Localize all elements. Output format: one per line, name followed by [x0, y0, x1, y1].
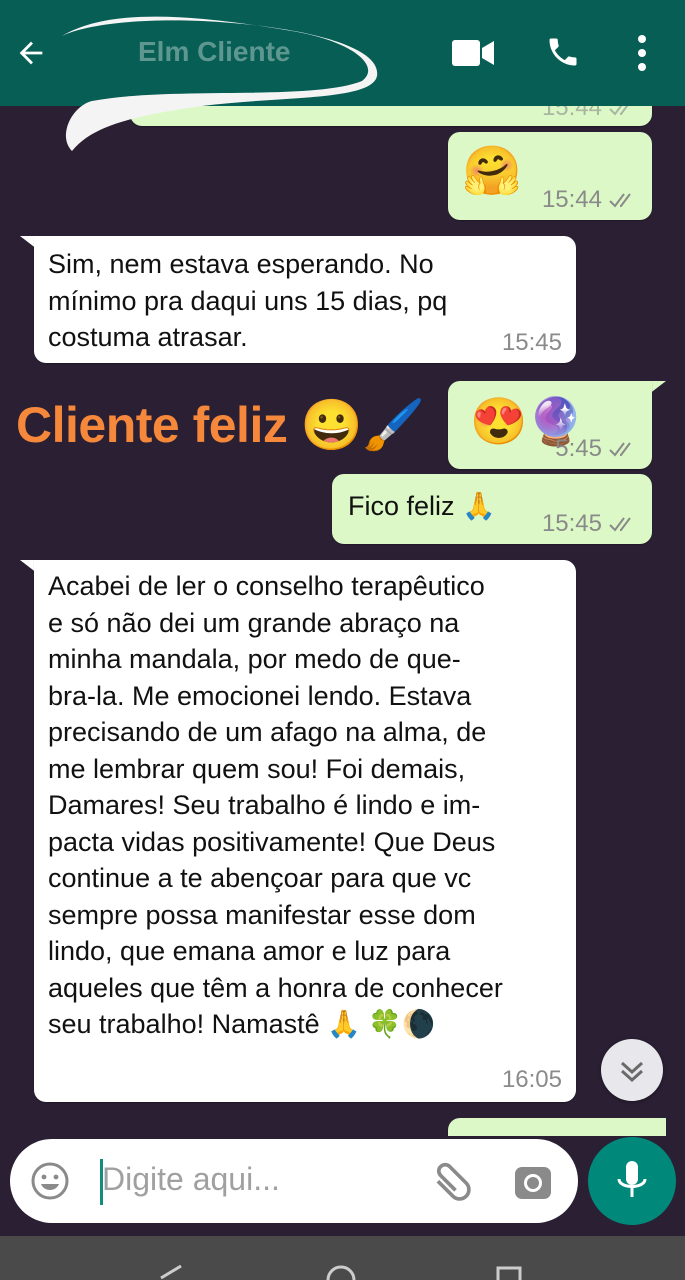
message-input[interactable]: Digite aqui...: [102, 1161, 280, 1198]
nav-back-icon[interactable]: [155, 1264, 185, 1280]
nav-home-icon[interactable]: [326, 1264, 356, 1280]
phone-icon[interactable]: [545, 34, 581, 70]
overlay-caption: Cliente feliz 😀🖌️: [16, 397, 425, 453]
read-ticks-icon: [609, 442, 631, 457]
redaction-scribble: [62, 16, 378, 152]
message-bubble-outgoing[interactable]: [448, 1118, 666, 1136]
read-ticks-icon: [609, 517, 631, 532]
message-bubble-outgoing[interactable]: Fico feliz 🙏 15:45: [332, 474, 652, 544]
message-composer: Digite aqui...: [10, 1139, 578, 1223]
read-ticks-icon: [609, 193, 631, 208]
scroll-to-bottom-button[interactable]: [601, 1039, 663, 1101]
message-time: 15:45: [501, 329, 562, 356]
back-arrow-icon[interactable]: [14, 36, 48, 70]
message-emoji: 🤗: [462, 145, 522, 198]
message-time: 15:45: [541, 510, 602, 537]
message-text: Acabei de ler o conselho terapêutico e s…: [48, 571, 503, 1039]
android-navigation-bar: [0, 1236, 685, 1280]
camera-icon[interactable]: [513, 1163, 553, 1203]
message-bubble-outgoing[interactable]: 🤗 15:44: [448, 132, 652, 220]
message-time: 16:05: [501, 1066, 562, 1093]
microphone-icon: [617, 1161, 647, 1197]
paperclip-icon[interactable]: [428, 1161, 472, 1205]
voice-message-button[interactable]: [588, 1137, 676, 1225]
message-bubble-outgoing[interactable]: 😍🔮 5:45: [448, 381, 652, 469]
chat-area[interactable]: 15:44 🤗 15:44 Sim, nem estava esperando.…: [0, 106, 685, 1136]
message-time: 5:45: [555, 435, 602, 462]
message-text: Sim, nem estava esperando. No mínimo pra…: [48, 249, 448, 352]
video-call-icon[interactable]: [452, 38, 494, 68]
message-time: 15:44: [541, 106, 602, 121]
more-vert-icon[interactable]: [632, 34, 652, 72]
message-time: 15:44: [541, 186, 602, 213]
chevron-double-down-icon: [620, 1061, 644, 1083]
nav-recents-icon[interactable]: [496, 1266, 522, 1280]
message-bubble-incoming[interactable]: Sim, nem estava esperando. No mínimo pra…: [34, 236, 576, 363]
message-text: Fico feliz 🙏: [348, 491, 496, 521]
read-ticks-icon: [609, 106, 629, 116]
emoji-icon[interactable]: [30, 1161, 70, 1201]
message-bubble-incoming[interactable]: Acabei de ler o conselho terapêutico e s…: [34, 560, 576, 1102]
